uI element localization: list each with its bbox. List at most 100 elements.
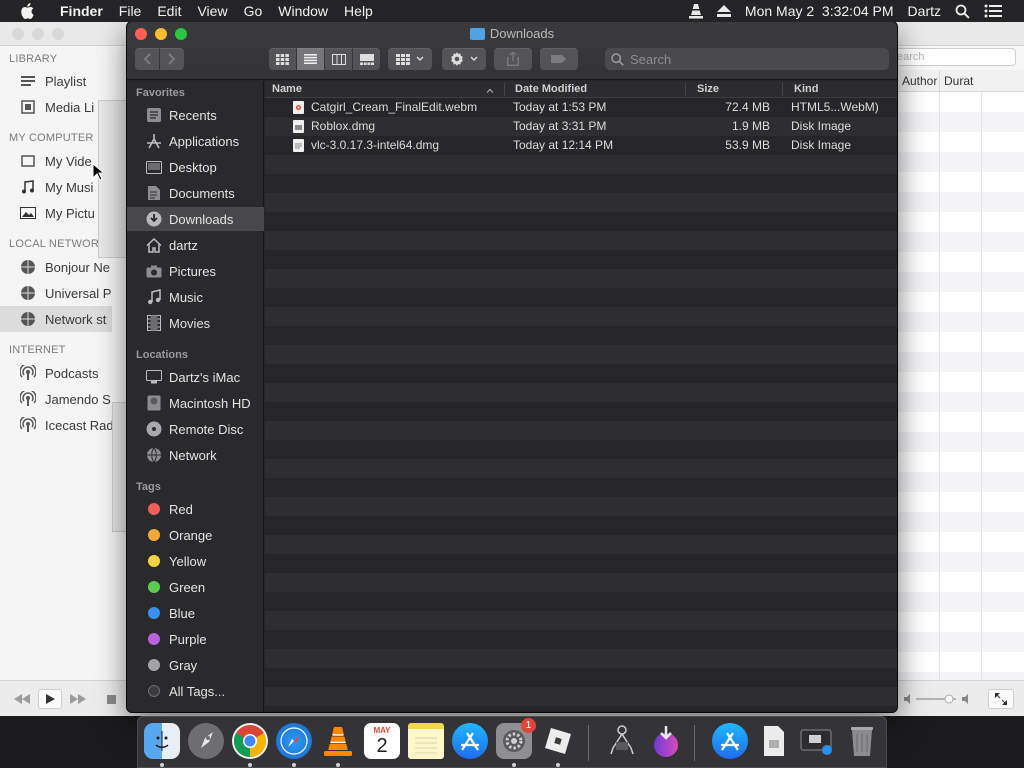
notification-center-icon[interactable] xyxy=(984,4,1002,18)
document-stack-dock-icon[interactable] xyxy=(756,723,792,759)
fast-forward-icon[interactable] xyxy=(68,689,88,709)
play-button[interactable] xyxy=(38,689,62,709)
vlc-item-playlist[interactable]: Playlist xyxy=(20,73,112,89)
menu-finder[interactable]: Finder xyxy=(52,3,111,19)
search-field[interactable]: Search xyxy=(605,48,889,70)
column-header-size[interactable]: Size xyxy=(697,83,719,95)
tag-orange[interactable]: Orange xyxy=(127,523,264,547)
vlc-column-duration[interactable]: Durat xyxy=(939,70,981,91)
group-by-button[interactable] xyxy=(388,48,432,70)
sidebar-item-downloads[interactable]: Downloads xyxy=(127,207,264,231)
file-kind: Disk Image xyxy=(791,119,852,133)
vlc-cone-menu-icon[interactable] xyxy=(688,3,703,19)
table-row[interactable]: Catgirl_Cream_FinalEdit.webm Today at 1:… xyxy=(265,98,897,117)
trash-dock-icon[interactable] xyxy=(844,723,880,759)
app-store-folder-dock-icon[interactable] xyxy=(712,723,748,759)
menu-edit[interactable]: Edit xyxy=(149,3,189,19)
vlc-section-my-computer: MY COMPUTER xyxy=(9,132,94,144)
menu-help[interactable]: Help xyxy=(336,3,381,19)
menu-go[interactable]: Go xyxy=(236,3,271,19)
file-date: Today at 1:53 PM xyxy=(513,100,607,114)
sidebar-item-pictures[interactable]: Pictures xyxy=(127,259,264,283)
sidebar-item-imac[interactable]: Dartz's iMac xyxy=(127,365,264,389)
vlc-item-label: My Pictu xyxy=(45,205,95,221)
tag-blue[interactable]: Blue xyxy=(127,601,264,625)
share-button[interactable] xyxy=(494,48,532,70)
sidebar-item-desktop[interactable]: Desktop xyxy=(127,155,264,179)
vlc-item-podcasts[interactable]: Podcasts xyxy=(20,365,112,381)
tag-red[interactable]: Red xyxy=(127,497,264,521)
menu-window[interactable]: Window xyxy=(270,3,336,19)
vlc-item-jamendo[interactable]: Jamendo S xyxy=(20,391,112,407)
vlc-item-label: My Vide xyxy=(45,153,92,169)
user-name[interactable]: Dartz xyxy=(908,3,941,19)
clock-text[interactable]: Mon May 2 3:32:04 PM xyxy=(745,3,894,19)
sidebar-item-recents[interactable]: Recents xyxy=(127,103,264,127)
screenshot-utility-dock-icon[interactable] xyxy=(604,723,640,759)
table-row[interactable]: Roblox.dmg Today at 3:31 PM 1.9 MB Disk … xyxy=(265,117,897,136)
vlc-zoom-button[interactable] xyxy=(52,28,64,40)
vlc-item-bonjour[interactable]: Bonjour Ne xyxy=(20,259,112,275)
column-header-kind[interactable]: Kind xyxy=(794,83,818,95)
list-view-button[interactable] xyxy=(297,48,324,70)
system-preferences-dock-icon[interactable]: 1 xyxy=(496,718,536,759)
apple-menu-icon[interactable] xyxy=(20,3,42,19)
sidebar-item-music[interactable]: Music xyxy=(127,285,264,309)
tag-gray[interactable]: Gray xyxy=(127,653,264,677)
network-globe-icon xyxy=(20,285,36,301)
calendar-dock-icon[interactable]: MAY 2 xyxy=(364,723,400,759)
vlc-close-button[interactable] xyxy=(12,28,24,40)
menu-file[interactable]: File xyxy=(111,3,150,19)
action-gear-button[interactable] xyxy=(442,48,486,70)
fullscreen-icon[interactable] xyxy=(988,689,1014,709)
vlc-item-universal-plug[interactable]: Universal P xyxy=(20,285,112,301)
screen-recording-dock-icon[interactable] xyxy=(798,723,834,759)
tag-yellow[interactable]: Yellow xyxy=(127,549,264,573)
sidebar-item-home[interactable]: dartz xyxy=(127,233,264,257)
sidebar-section-tags: Tags xyxy=(136,481,161,493)
spotlight-search-icon[interactable] xyxy=(955,4,970,19)
vlc-item-network-streams[interactable]: Network st xyxy=(0,306,112,332)
tag-label: Yellow xyxy=(169,553,207,569)
column-view-button[interactable] xyxy=(325,48,352,70)
sidebar-item-applications[interactable]: Applications xyxy=(127,129,264,153)
vlc-column-author[interactable]: Author xyxy=(897,70,939,91)
table-row[interactable]: vlc-3.0.17.3-intel64.dmg Today at 12:14 … xyxy=(265,136,897,155)
rewind-icon[interactable] xyxy=(12,689,32,709)
notes-dock-icon[interactable] xyxy=(408,723,444,759)
sidebar-item-movies[interactable]: Movies xyxy=(127,311,264,335)
vlc-minimize-button[interactable] xyxy=(32,28,44,40)
chrome-dock-icon[interactable] xyxy=(232,723,268,759)
app-store-dock-icon[interactable] xyxy=(452,723,488,759)
vlc-search-field[interactable]: earch xyxy=(888,48,1016,66)
tag-purple[interactable]: Purple xyxy=(127,627,264,651)
sidebar-item-network[interactable]: Network xyxy=(127,443,264,467)
safari-dock-icon[interactable] xyxy=(276,723,312,759)
icon-view-button[interactable] xyxy=(269,48,296,70)
eject-icon[interactable] xyxy=(716,5,731,17)
column-header-date-modified[interactable]: Date Modified xyxy=(515,83,587,95)
sidebar-item-macintosh-hd[interactable]: Macintosh HD xyxy=(127,391,264,415)
column-header-name[interactable]: Name xyxy=(272,83,302,95)
finder-dock-icon[interactable] xyxy=(144,723,180,759)
running-indicator xyxy=(512,763,516,767)
volume-slider[interactable] xyxy=(904,689,974,709)
edit-tags-button[interactable] xyxy=(540,48,578,70)
sort-chevron-icon[interactable] xyxy=(486,84,494,96)
stop-icon[interactable] xyxy=(104,689,118,709)
downloads-stack-dock-icon[interactable] xyxy=(648,723,684,759)
sidebar-item-remote-disc[interactable]: Remote Disc xyxy=(127,417,264,441)
tag-all-tags[interactable]: All Tags... xyxy=(127,679,264,703)
roblox-dock-icon[interactable] xyxy=(540,723,576,759)
back-button[interactable] xyxy=(135,48,159,70)
gallery-view-button[interactable] xyxy=(353,48,380,70)
tag-green[interactable]: Green xyxy=(127,575,264,599)
sidebar-section-locations: Locations xyxy=(136,349,188,361)
menu-view[interactable]: View xyxy=(189,3,235,19)
sidebar-item-label: Network xyxy=(169,447,217,463)
launchpad-dock-icon[interactable] xyxy=(188,723,224,759)
vlc-item-icecast[interactable]: Icecast Rad xyxy=(20,417,112,433)
forward-button[interactable] xyxy=(160,48,184,70)
sidebar-item-documents[interactable]: Documents xyxy=(127,181,264,205)
vlc-dock-icon[interactable] xyxy=(320,723,356,759)
